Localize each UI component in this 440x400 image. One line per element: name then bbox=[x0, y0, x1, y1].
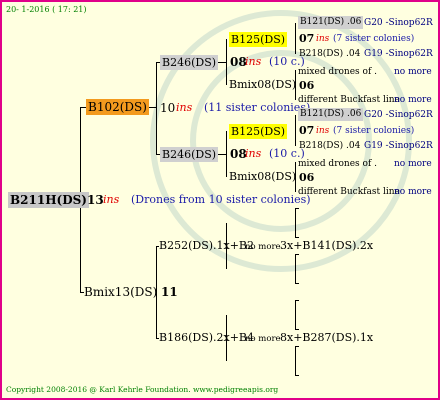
a-mixed-nomore: no more bbox=[394, 67, 432, 77]
queen-b102[interactable]: B102(DS) bbox=[86, 99, 149, 115]
queen-b121-b[interactable]: B121(DS) .06 bbox=[298, 108, 364, 121]
a-r2note: (7 sister colonies) bbox=[333, 34, 415, 44]
b-r1-line: G20 -Sinop62R bbox=[364, 110, 433, 120]
b-diff-nomore: no more bbox=[394, 187, 432, 197]
drone-b252-tail: 3x+B141(DS).2x bbox=[280, 239, 374, 252]
a-r3-line: G19 -Sinop62R bbox=[364, 49, 433, 59]
line bbox=[295, 23, 296, 54]
queen-b125-a[interactable]: B125(DS) bbox=[229, 32, 288, 47]
drone-b186[interactable]: B186(DS).2x+B4 bbox=[159, 331, 254, 345]
root-ins: ins bbox=[103, 193, 120, 206]
drone-bmix08-a[interactable]: Bmix08(DS) bbox=[229, 78, 296, 92]
line bbox=[295, 115, 296, 146]
footer-copyright: Copyright 2008-2016 @ Karl Kehrle Founda… bbox=[6, 385, 279, 394]
a-qins: ins bbox=[245, 55, 262, 68]
line bbox=[295, 346, 296, 376]
a-mnum: 06 bbox=[299, 79, 315, 92]
line bbox=[295, 254, 296, 284]
no-more-b186: no more bbox=[245, 334, 281, 344]
drone-b218-a[interactable]: B218(DS) .04 bbox=[299, 47, 360, 61]
drone-b252[interactable]: B252(DS).1x+B2 bbox=[159, 239, 254, 253]
line bbox=[295, 254, 299, 255]
a-r2num: 07 bbox=[299, 32, 315, 45]
b-r2note: (7 sister colonies) bbox=[333, 126, 415, 136]
a-r1-line: G20 -Sinop62R bbox=[364, 18, 433, 28]
b-r3-line: G19 -Sinop62R bbox=[364, 141, 433, 151]
drone-b186-tail: 8x+B287(DS).1x bbox=[280, 331, 374, 344]
a-diff-nomore: no more bbox=[394, 95, 432, 105]
root-number: 13 bbox=[87, 193, 104, 207]
line bbox=[295, 300, 296, 330]
root-colony[interactable]: B211H(DS) bbox=[8, 192, 89, 208]
date-stamp: 20- 1-2016 ( 17: 21) bbox=[6, 5, 87, 14]
b-r2num: 07 bbox=[299, 124, 315, 137]
q1m-number: 11 bbox=[161, 285, 178, 299]
drone-b218-b[interactable]: B218(DS) .04 bbox=[299, 139, 360, 153]
q1-number: 10 bbox=[160, 101, 176, 115]
line bbox=[295, 346, 299, 347]
line bbox=[295, 375, 299, 376]
queen-b121-a[interactable]: B121(DS) .06 bbox=[298, 16, 364, 29]
line bbox=[295, 237, 299, 238]
a-mixed-drones: mixed drones of . bbox=[298, 67, 377, 77]
line bbox=[226, 39, 227, 85]
a-diff-line: different Buckfast line bbox=[298, 95, 400, 105]
root-note: (Drones from 10 sister colonies) bbox=[131, 193, 311, 206]
line bbox=[295, 208, 296, 238]
queen-b125-b[interactable]: B125(DS) bbox=[229, 124, 288, 139]
b-r2ins: ins bbox=[316, 126, 330, 136]
b-mnum: 06 bbox=[299, 171, 315, 184]
line bbox=[295, 329, 299, 330]
line bbox=[226, 131, 227, 177]
line bbox=[295, 208, 299, 209]
q1-ins: ins bbox=[176, 101, 193, 114]
b-mixed-nomore: no more bbox=[394, 159, 432, 169]
a-r2ins: ins bbox=[316, 34, 330, 44]
b-mixed-drones: mixed drones of . bbox=[298, 159, 377, 169]
line bbox=[295, 283, 299, 284]
line bbox=[156, 62, 157, 154]
queen-b246-a[interactable]: B246(DS) bbox=[160, 55, 219, 70]
q1-note: (11 sister colonies) bbox=[204, 101, 311, 114]
line bbox=[295, 300, 299, 301]
drone-bmix08-b[interactable]: Bmix08(DS) bbox=[229, 170, 296, 184]
drone-mix-bmix13[interactable]: Bmix13(DS) bbox=[84, 285, 157, 299]
queen-b246-b[interactable]: B246(DS) bbox=[160, 147, 219, 162]
no-more-b252: no more bbox=[245, 242, 281, 252]
b-diff-line: different Buckfast line bbox=[298, 187, 400, 197]
b-qins: ins bbox=[245, 147, 262, 160]
